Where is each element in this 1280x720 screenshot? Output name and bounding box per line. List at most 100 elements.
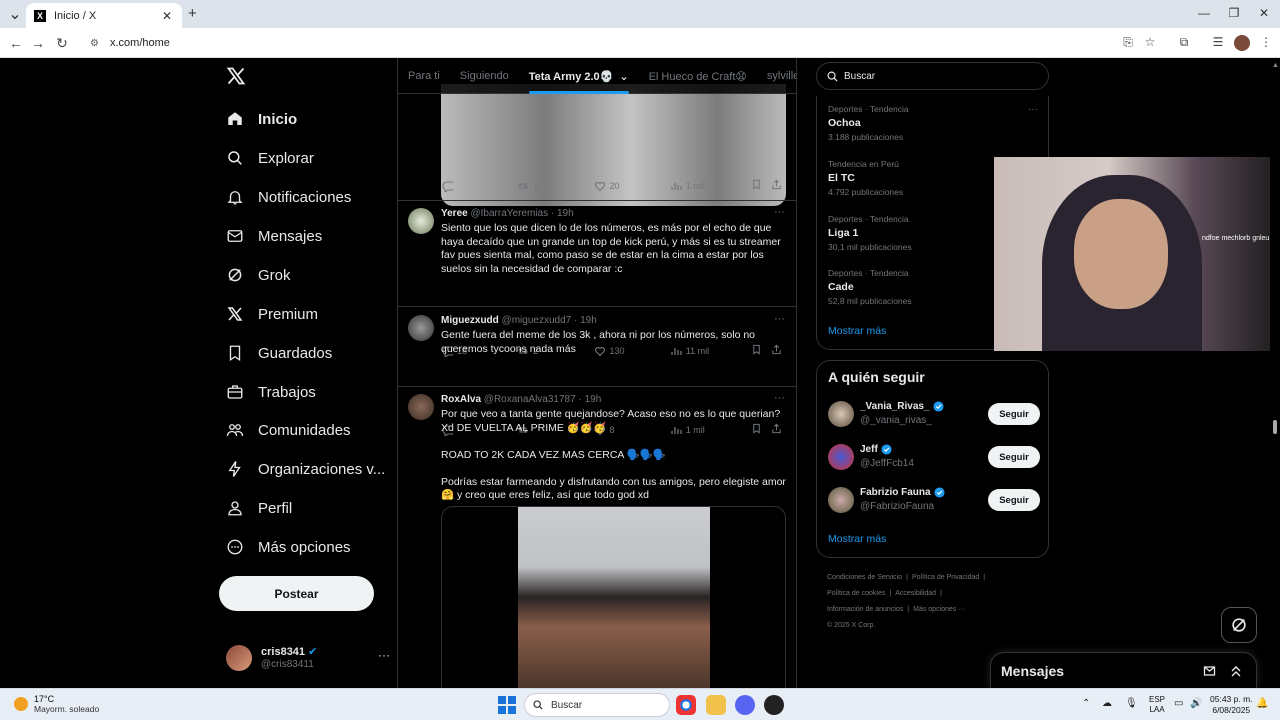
tweet-author-handle[interactable]: @miguezxudd7 — [502, 315, 572, 326]
follow-button[interactable]: Seguir — [988, 489, 1040, 511]
scroll-thumb[interactable] — [1273, 420, 1277, 434]
views-button[interactable]: 1 mil — [670, 179, 746, 193]
tab-close-icon[interactable]: ✕ — [160, 9, 174, 23]
tweet-author-name[interactable]: RoxAlva — [441, 394, 481, 405]
nav-item-notificaciones[interactable]: Notificaciones — [226, 182, 351, 212]
reply-button[interactable] — [441, 179, 517, 193]
browser-tab[interactable]: X Inicio / X ✕ — [26, 3, 182, 28]
tweet-time[interactable]: · 19h — [578, 394, 601, 405]
like-button[interactable]: 20 — [594, 179, 670, 193]
new-message-icon[interactable] — [1203, 664, 1217, 678]
maximize-icon[interactable]: ❐ — [1226, 6, 1242, 22]
windows-start-icon[interactable] — [498, 696, 516, 714]
feed-tab[interactable]: Para ti — [398, 58, 450, 94]
install-app-icon[interactable]: ⎘ — [1120, 35, 1136, 51]
tweet-time[interactable]: · 19h — [574, 315, 597, 326]
suggested-user[interactable]: _Vania_Rivas_ @_vania_rivas_ Seguir — [828, 399, 1040, 429]
tweet-author-handle[interactable]: @RoxanaAlva31787 — [484, 394, 576, 405]
tweet-author-handle[interactable]: @IbarraYeremias — [470, 208, 548, 219]
footer-link[interactable]: Política de Privacidad — [912, 574, 979, 581]
nav-item-comunidades[interactable]: Comunidades — [226, 415, 351, 445]
x-logo-icon[interactable] — [226, 66, 246, 86]
taskbar-search[interactable]: Buscar — [524, 693, 670, 717]
more-dots-icon[interactable]: ··· — [774, 206, 785, 218]
nav-item-trabajos[interactable]: Trabajos — [226, 377, 316, 407]
language-indicator[interactable]: ESP LAA — [1149, 695, 1165, 715]
footer-link[interactable]: Accesibilidad — [895, 590, 936, 597]
feed-tab[interactable]: El Hueco de Craft😧 — [639, 58, 757, 94]
nav-item-inicio[interactable]: Inicio — [226, 104, 297, 134]
browser-menu-icon[interactable]: ⋮ — [1258, 35, 1274, 51]
tweet-time[interactable]: · 19h — [551, 208, 574, 219]
follow-button[interactable]: Seguir — [988, 446, 1040, 468]
forward-icon[interactable]: → — [30, 35, 46, 51]
tray-chevron-icon[interactable]: ⌃ — [1082, 698, 1090, 709]
tab-list-chevron-icon[interactable]: ⌄ — [6, 5, 24, 23]
discord-icon[interactable] — [735, 695, 755, 715]
avatar[interactable] — [408, 315, 434, 341]
cloud-icon[interactable]: ☁ — [1102, 698, 1112, 709]
account-switcher[interactable]: cris8341 ✔ @cris83411 ··· — [226, 642, 390, 674]
nav-item-perfil[interactable]: Perfil — [226, 493, 292, 523]
feed-tab[interactable]: Siguiendo — [450, 58, 519, 94]
page-scrollbar[interactable]: ▲ — [1270, 58, 1280, 688]
chrome-icon[interactable] — [676, 695, 696, 715]
avatar[interactable] — [408, 208, 434, 234]
clock[interactable]: 05:43 p. m. 6/08/2025 — [1210, 694, 1253, 716]
footer-link[interactable]: Política de cookies — [827, 590, 885, 597]
post-button[interactable]: Postear — [219, 576, 374, 611]
nav-item-organizaciones-v[interactable]: Organizaciones v... — [226, 454, 385, 484]
url-input[interactable]: ⚙ x.com/home — [80, 32, 1170, 54]
suggested-user[interactable]: Fabrizio Fauna @FabrizioFauna Seguir — [828, 485, 1040, 515]
footer-link[interactable]: Condiciones de Servicio — [827, 574, 902, 581]
feed-tab[interactable]: sylville — [757, 58, 796, 94]
nav-item-premium[interactable]: Premium — [226, 299, 318, 329]
footer-link[interactable]: Información de anuncios — [827, 606, 903, 613]
microphone-icon[interactable]: 🎙 — [1125, 698, 1138, 709]
more-dots-icon[interactable]: ··· — [378, 648, 390, 662]
notification-icon[interactable]: 🔔 — [1256, 698, 1268, 709]
repost-button[interactable]: 1 — [517, 179, 593, 193]
reading-list-icon[interactable]: ☰ — [1210, 35, 1226, 51]
footer-link[interactable]: © 2025 X Corp. — [827, 622, 875, 629]
file-explorer-icon[interactable] — [706, 695, 726, 715]
nav-item-más-opciones[interactable]: Más opciones — [226, 532, 351, 562]
trend-item[interactable]: Deportes · Tendencia Ochoa 3.188 publicaci… — [828, 104, 1038, 142]
back-icon[interactable]: ← — [8, 35, 24, 51]
more-dots-icon[interactable]: ··· — [774, 392, 785, 404]
avatar[interactable] — [828, 401, 854, 427]
bookmark-star-icon[interactable]: ☆ — [1142, 35, 1158, 51]
more-dots-icon[interactable]: ··· — [1028, 104, 1038, 115]
chevron-up-icon[interactable] — [1229, 664, 1243, 678]
minimize-icon[interactable]: — — [1196, 6, 1212, 22]
feed-tab[interactable]: Teta Army 2.0💀 ⌄ — [519, 58, 639, 94]
more-dots-icon[interactable]: ··· — [774, 313, 785, 325]
volume-icon[interactable]: 🔊 — [1190, 698, 1202, 709]
show-more-link[interactable]: Mostrar más — [828, 325, 886, 337]
grok-floating-button[interactable] — [1221, 607, 1257, 643]
tweet-author-name[interactable]: Miguezxudd — [441, 315, 499, 326]
chevron-down-icon[interactable]: ⌄ — [619, 70, 628, 83]
nav-item-mensajes[interactable]: Mensajes — [226, 221, 322, 251]
share-icon[interactable] — [766, 179, 786, 193]
weather-widget[interactable]: 17°C Mayorm. soleado — [14, 694, 99, 714]
avatar[interactable] — [408, 394, 434, 420]
network-icon[interactable]: ▭ — [1174, 698, 1183, 709]
site-info-icon[interactable]: ⚙ — [90, 38, 104, 49]
suggested-user[interactable]: Jeff @JeffFcb14 Seguir — [828, 442, 1040, 472]
browser-profile-avatar[interactable] — [1234, 35, 1250, 51]
bookmark-icon[interactable] — [746, 179, 766, 193]
post-video[interactable] — [441, 506, 786, 688]
footer-link[interactable]: Más opciones ··· — [913, 606, 965, 613]
close-window-icon[interactable]: ✕ — [1256, 6, 1272, 22]
messages-drawer[interactable]: Mensajes — [990, 652, 1257, 688]
nav-item-guardados[interactable]: Guardados — [226, 338, 332, 368]
tweet-author-name[interactable]: Yeree — [441, 208, 468, 219]
avatar[interactable] — [828, 487, 854, 513]
show-more-link[interactable]: Mostrar más — [828, 533, 886, 545]
scroll-up-icon[interactable]: ▲ — [1272, 62, 1279, 69]
nav-item-grok[interactable]: Grok — [226, 260, 291, 290]
reload-icon[interactable]: ↻ — [54, 35, 70, 51]
nav-item-explorar[interactable]: Explorar — [226, 143, 314, 173]
avatar[interactable] — [828, 444, 854, 470]
